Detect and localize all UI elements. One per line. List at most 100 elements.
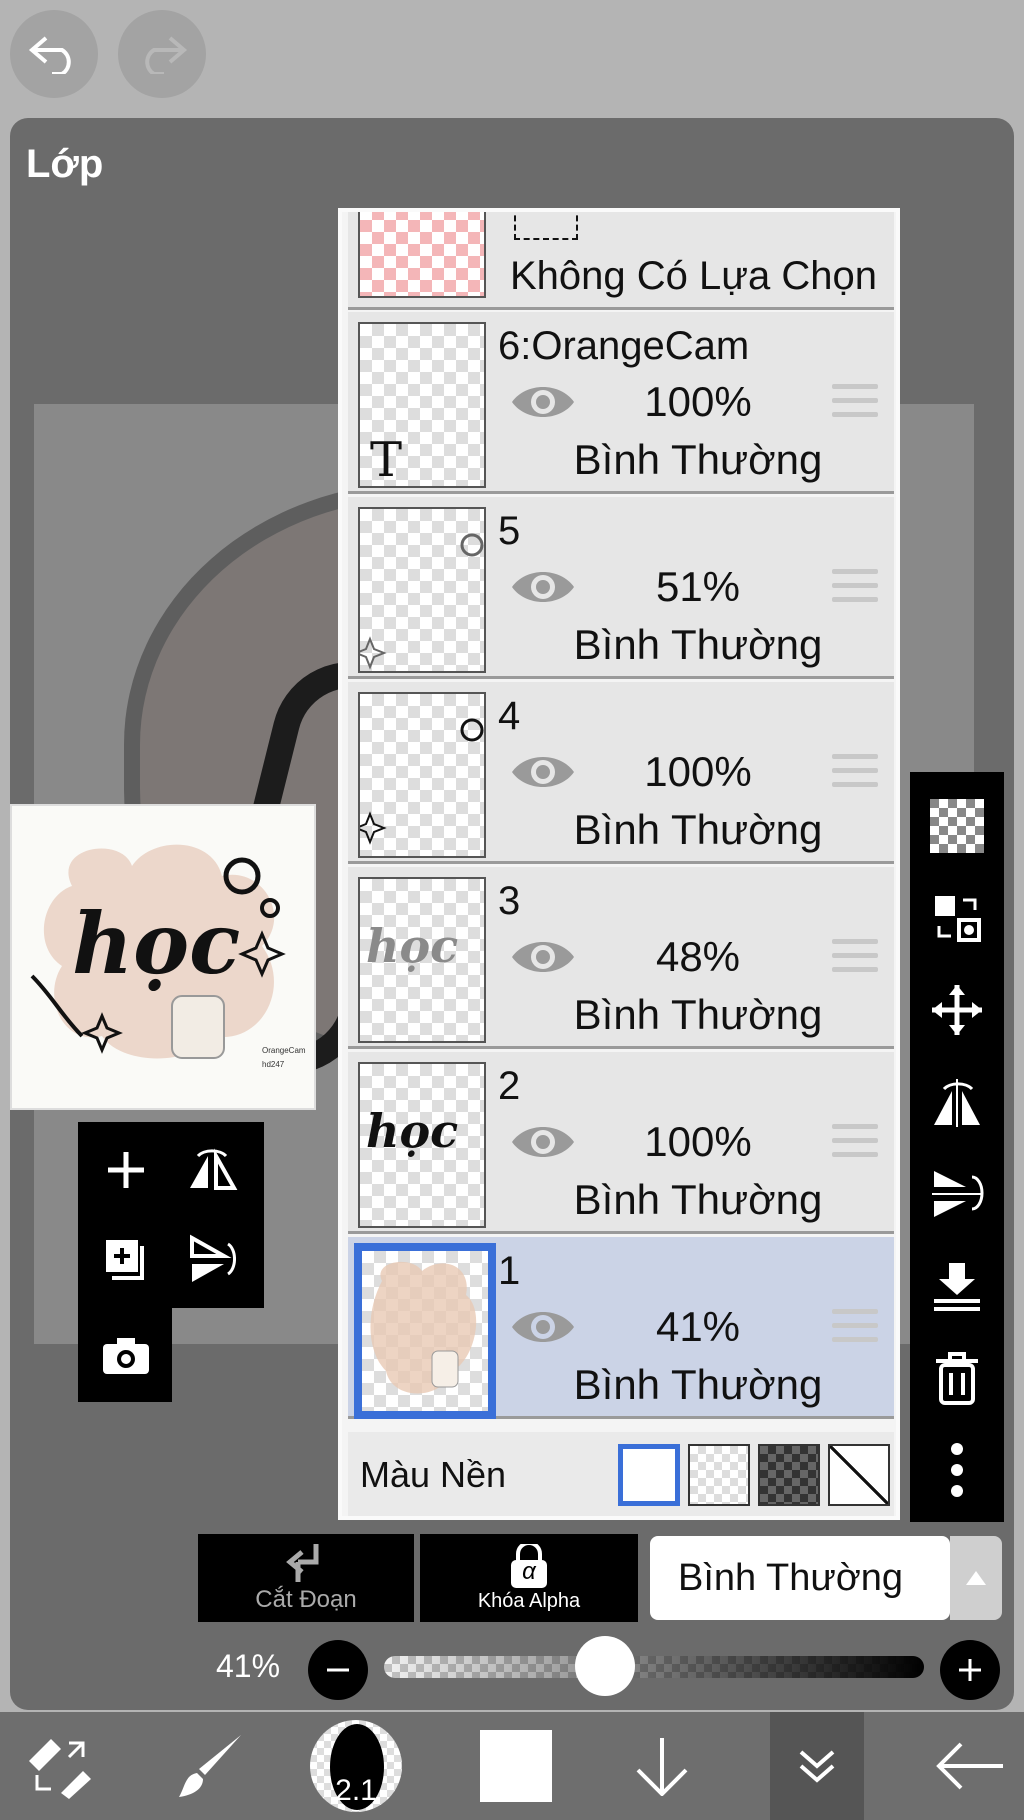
layer-thumb-text: học [366,919,459,973]
brush-size-button[interactable]: 2.1 [306,1712,406,1820]
brush-tool-button[interactable] [160,1712,260,1820]
opacity-slider-knob[interactable] [575,1636,636,1696]
layer-thumbnail [358,692,486,858]
layer-blend-mode: Bình Thường [573,1361,823,1408]
layers-button[interactable] [770,1712,864,1820]
plus-icon [108,1152,144,1188]
undo-button[interactable] [10,10,98,98]
selection-layer-thumbnail [358,212,486,298]
trash-icon [936,1352,978,1405]
delete-layer-button[interactable] [910,1338,1004,1418]
left-layer-tools [68,1122,264,1404]
transform-eraser-icon [29,1739,91,1799]
minus-icon [327,1668,349,1672]
camera-button[interactable] [86,1316,166,1396]
plus-icon [959,1659,981,1681]
alpha-lock-button[interactable]: α Khóa Alpha [420,1534,638,1622]
layer-thumbnail: T [358,322,486,488]
drag-handle-icon[interactable] [832,1124,878,1166]
transform-tool-button[interactable] [10,1712,110,1820]
eye-icon[interactable] [510,1305,576,1354]
opacity-value: 41% [216,1648,281,1684]
clipping-button[interactable]: Cắt Đoạn [198,1534,414,1622]
drag-handle-icon[interactable] [832,754,878,796]
color-button[interactable] [466,1712,566,1820]
bottom-toolbar: 2.1 [0,1712,1024,1820]
redo-icon [145,36,188,74]
layer-opacity: 100% [644,748,752,795]
layer-thumbnail: học [358,1062,486,1228]
layers-list[interactable]: Không Có Lựa Chọn T 6:OrangeCam 100% Bìn… [338,208,900,1520]
lock-icon: α [508,1543,550,1588]
layer-row-3[interactable]: học 3 48% Bình Thường [348,867,894,1049]
duplicate-layer-button[interactable] [86,1220,166,1300]
layer-opacity: 51% [655,563,741,610]
eye-icon[interactable] [510,935,576,984]
bg-transparent-swatch[interactable] [688,1444,750,1506]
flip-vertical-button[interactable] [172,1220,252,1300]
layer-row-6[interactable]: T 6:OrangeCam 100% Bình Thường [348,312,894,494]
layer-name: 1 [498,1249,521,1293]
layer-thumbnail: học [358,877,486,1043]
layer-down-button[interactable] [612,1712,712,1820]
layer-name: 5 [498,509,521,553]
back-button[interactable] [920,1712,1020,1820]
drag-handle-icon[interactable] [832,384,878,426]
layer-row-1[interactable]: 1 41% Bình Thường [348,1237,894,1419]
layer-row-2[interactable]: học 2 100% Bình Thường [348,1052,894,1234]
drag-handle-icon[interactable] [832,1309,878,1351]
eye-icon[interactable] [510,1120,576,1169]
drag-handle-icon[interactable] [832,939,878,981]
import-button[interactable] [910,878,1004,958]
move-icon [932,985,982,1035]
bg-dark-checker-swatch[interactable] [758,1444,820,1506]
flip-horizontal-icon [190,1148,238,1190]
blend-mode-dropdown-button[interactable] [950,1536,1002,1620]
merge-down-button[interactable] [910,1246,1004,1326]
layer-name: 3 [498,879,521,923]
add-layer-button[interactable] [86,1130,166,1210]
layer-opacity: 100% [644,1118,752,1165]
canvas-thumbnail[interactable]: học OrangeCam hd247 [10,804,316,1110]
flip-v-button[interactable] [910,1154,1004,1234]
bg-none-swatch[interactable] [828,1444,890,1506]
eye-icon[interactable] [510,565,576,614]
layer-blend-mode: Bình Thường [573,1176,823,1223]
layer-name: 4 [498,694,521,738]
opacity-slider[interactable] [384,1656,924,1678]
eye-icon[interactable] [510,380,576,429]
alpha-symbol: α [522,1557,536,1585]
flip-horizontal-icon [934,1079,980,1127]
redo-button[interactable] [118,10,206,98]
selection-layer-row[interactable]: Không Có Lựa Chọn [348,212,894,310]
blend-mode-select[interactable]: Bình Thường [650,1536,950,1620]
bg-white-swatch[interactable] [618,1444,680,1506]
more-vertical-icon [951,1443,963,1497]
opacity-increase-button[interactable] [940,1640,1000,1700]
duplicate-icon [106,1240,144,1280]
flip-vertical-icon [190,1234,236,1282]
opacity-decrease-button[interactable] [308,1640,368,1700]
clip-arrow-icon [286,1544,319,1582]
text-layer-icon: T [370,432,403,488]
flip-h-button[interactable] [910,1062,1004,1142]
thumbnail-credit: OrangeCam [262,1046,306,1055]
transparency-button[interactable] [910,786,1004,866]
layer-blend-mode: Bình Thường [573,621,823,668]
double-chevron-down-icon [799,1750,835,1783]
merge-down-icon [934,1263,980,1311]
drag-handle-icon[interactable] [832,569,878,611]
flip-vertical-icon [932,1171,984,1217]
color-swatch [480,1730,552,1802]
eye-icon[interactable] [510,750,576,799]
brush-icon [179,1735,241,1797]
right-toolbar [910,772,1004,1522]
more-options-button[interactable] [910,1430,1004,1510]
layer-thumbnail [354,1243,496,1419]
layer-row-5[interactable]: 5 51% Bình Thường [348,497,894,679]
selection-label: Không Có Lựa Chọn [510,254,878,298]
camera-icon [103,1338,149,1374]
layer-row-4[interactable]: 4 100% Bình Thường [348,682,894,864]
flip-horizontal-button[interactable] [172,1130,252,1210]
move-button[interactable] [910,970,1004,1050]
